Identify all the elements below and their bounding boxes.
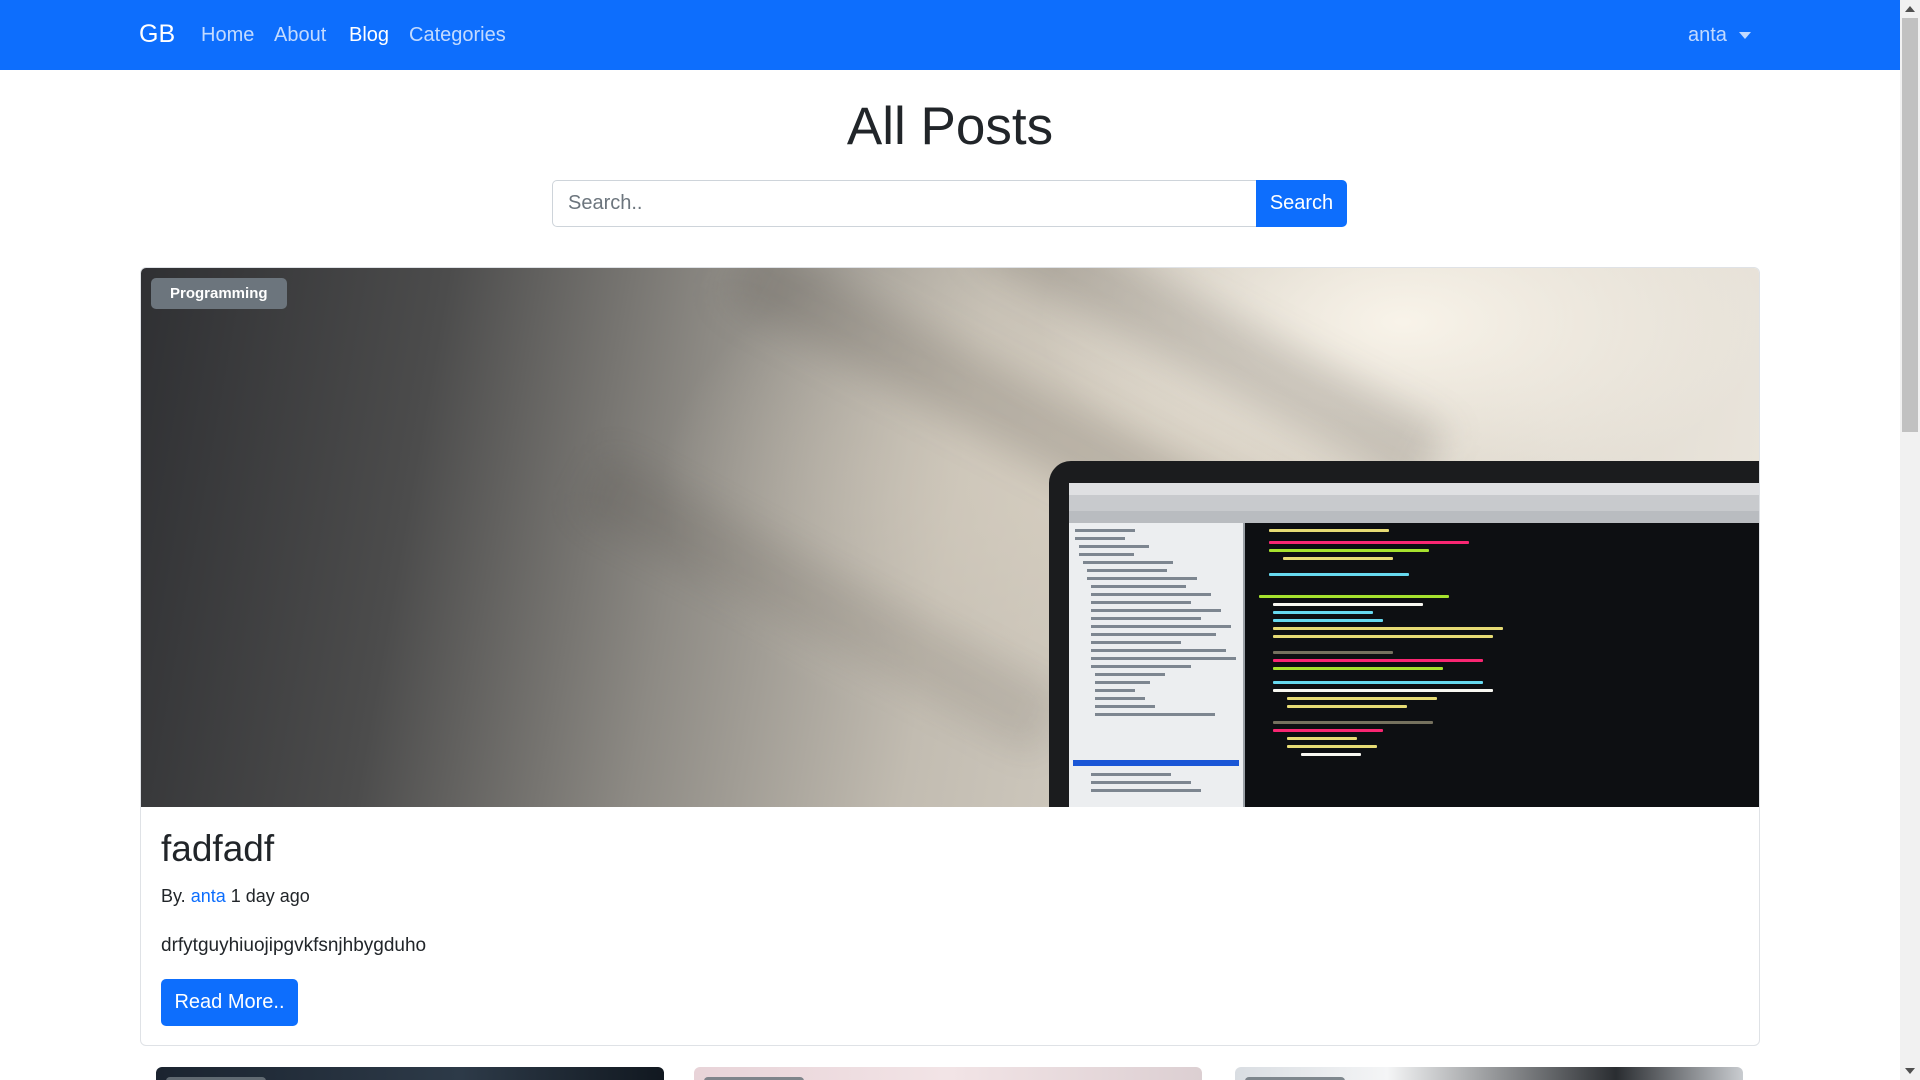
vertical-scrollbar[interactable] [1900,0,1920,1080]
tree-line [1091,633,1216,636]
tree-line [1091,585,1186,588]
post-card-thumbnail[interactable] [694,1067,1202,1080]
tree-line [1095,673,1165,676]
category-badge[interactable]: Programming [151,278,287,309]
tree-line [1075,529,1135,532]
search-button[interactable]: Search [1256,180,1347,227]
tree-line [1091,781,1191,784]
scrollbar-thumb[interactable] [1902,18,1918,432]
tree-line [1091,789,1201,792]
scroll-down-arrow-icon[interactable] [1905,1068,1915,1074]
code-line [1269,549,1429,552]
wall-shadow [575,450,1067,756]
user-dropdown[interactable]: anta [1688,24,1751,47]
tree-line [1083,561,1173,564]
tree-line [1091,593,1211,596]
code-line [1273,603,1423,606]
byline-prefix: By. [161,886,186,906]
file-tree [1069,523,1245,807]
tree-line [1079,545,1149,548]
tree-line [1087,577,1197,580]
tree-line [1095,681,1150,684]
tree-line [1079,553,1134,556]
nav-link-categories[interactable]: Categories [409,24,506,47]
code-line [1301,753,1361,756]
nav-link-home[interactable]: Home [201,24,254,47]
post-title[interactable]: fadfadf [161,828,274,870]
post-byline: By. anta 1 day ago [161,886,310,907]
tree-line [1091,665,1191,668]
laptop-screen [1069,483,1759,807]
scroll-up-arrow-icon[interactable] [1905,6,1915,12]
post-card-thumbnail[interactable] [156,1067,664,1080]
code-line [1273,635,1493,638]
code-line [1287,705,1407,708]
tree-line [1091,601,1191,604]
nav-link-blog[interactable]: Blog [349,24,389,47]
tree-line [1091,625,1231,628]
caret-down-icon [1738,32,1751,39]
author-link[interactable]: anta [191,886,226,906]
code-line [1273,681,1483,684]
code-line [1287,737,1357,740]
tree-line [1091,617,1201,620]
nav-link-about[interactable]: About [274,24,326,47]
code-line [1269,529,1389,532]
tree-line [1091,649,1226,652]
tree-line [1095,713,1215,716]
tree-line [1091,641,1181,644]
tree-selected-row [1073,760,1239,766]
code-line [1273,667,1443,670]
code-line [1287,745,1377,748]
tree-line [1087,569,1167,572]
code-line [1273,619,1383,622]
editor-menubar [1069,483,1759,495]
featured-post-card: Programming fadfadf By. anta 1 day ago d… [140,267,1760,1046]
page-title: All Posts [846,97,1054,156]
featured-post-image[interactable]: Programming [141,268,1759,807]
page: GB Home About Blog Categories anta All P… [0,0,1900,1080]
tree-line [1091,657,1236,660]
code-line [1273,689,1493,692]
editor-toolbar [1069,495,1759,511]
post-excerpt: drfytguyhiuojipgvkfsnjhbygduho [161,935,427,956]
code-line [1273,659,1483,662]
tree-line [1095,697,1145,700]
code-line [1273,721,1433,724]
tree-line [1075,537,1125,540]
code-line [1269,541,1469,544]
navbar: GB Home About Blog Categories anta [0,0,1900,70]
tree-line [1095,705,1155,708]
code-line [1273,627,1503,630]
code-line [1259,595,1449,598]
post-time: 1 day ago [230,886,310,906]
tree-line [1091,609,1221,612]
brand-logo[interactable]: GB [139,20,175,49]
code-line [1273,651,1393,654]
code-line [1269,573,1409,576]
post-card-thumbnail[interactable] [1235,1067,1743,1080]
editor-tabbar [1069,511,1759,523]
user-name: anta [1688,24,1727,46]
read-more-button[interactable]: Read More.. [161,979,298,1026]
tree-line [1095,689,1135,692]
tree-line [1091,773,1171,776]
code-line [1273,729,1383,732]
code-line [1283,557,1393,560]
code-line [1273,611,1373,614]
code-line [1287,697,1437,700]
search-input[interactable] [552,180,1256,227]
laptop-illustration [1049,461,1759,807]
